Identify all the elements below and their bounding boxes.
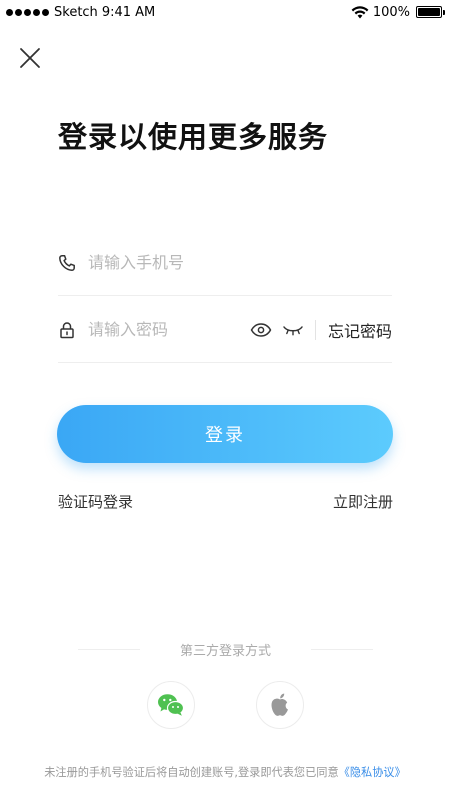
status-time: 9:41 AM [101,4,156,20]
phone-icon [58,254,76,272]
wifi-icon [351,5,369,18]
divider-line-left [78,649,140,650]
sms-login-link[interactable]: 验证码登录 [58,491,133,512]
agreement-notice: 未注册的手机号验证后将自动创建账号,登录即代表您已同意《隐私协议》 [0,764,450,780]
eye-closed-icon [283,325,303,336]
lock-icon [58,321,76,339]
battery-percentage: 100% [372,4,410,20]
phone-input[interactable] [88,253,392,272]
wechat-login-button[interactable] [147,681,195,729]
signal-strength-icon [6,8,49,16]
status-right: 100% [351,4,445,20]
apple-login-button[interactable] [256,681,304,729]
battery-level-fill [418,8,440,16]
password-tools: 忘记密码 [249,318,392,342]
login-button[interactable]: 登录 [57,405,393,463]
privacy-agreement-link[interactable]: 《隐私协议》 [339,766,406,779]
status-bar: Sketch 9:41 AM 100% [0,0,450,24]
password-field-row: 忘记密码 [58,297,392,363]
hide-password-toggle[interactable] [281,320,305,340]
apple-icon [271,693,288,716]
battery-icon [416,6,445,18]
forgot-password-link[interactable]: 忘记密码 [328,318,392,342]
eye-icon [250,322,272,337]
third-party-divider: 第三方登录方式 [78,640,374,659]
phone-field-row [58,230,392,296]
third-party-label: 第三方登录方式 [180,644,272,659]
show-password-toggle[interactable] [249,320,273,340]
auth-links: 验证码登录 立即注册 [58,491,393,512]
carrier-name: Sketch [54,4,98,20]
wechat-icon [158,694,185,716]
close-button[interactable] [16,44,44,72]
divider-line-right [311,649,374,650]
password-input[interactable] [88,320,249,339]
register-link[interactable]: 立即注册 [333,491,393,512]
divider [314,319,316,340]
agreement-text: 未注册的手机号验证后将自动创建账号,登录即代表您已同意 [44,766,339,779]
close-icon [20,48,40,68]
page-title: 登录以使用更多服务 [58,120,329,154]
